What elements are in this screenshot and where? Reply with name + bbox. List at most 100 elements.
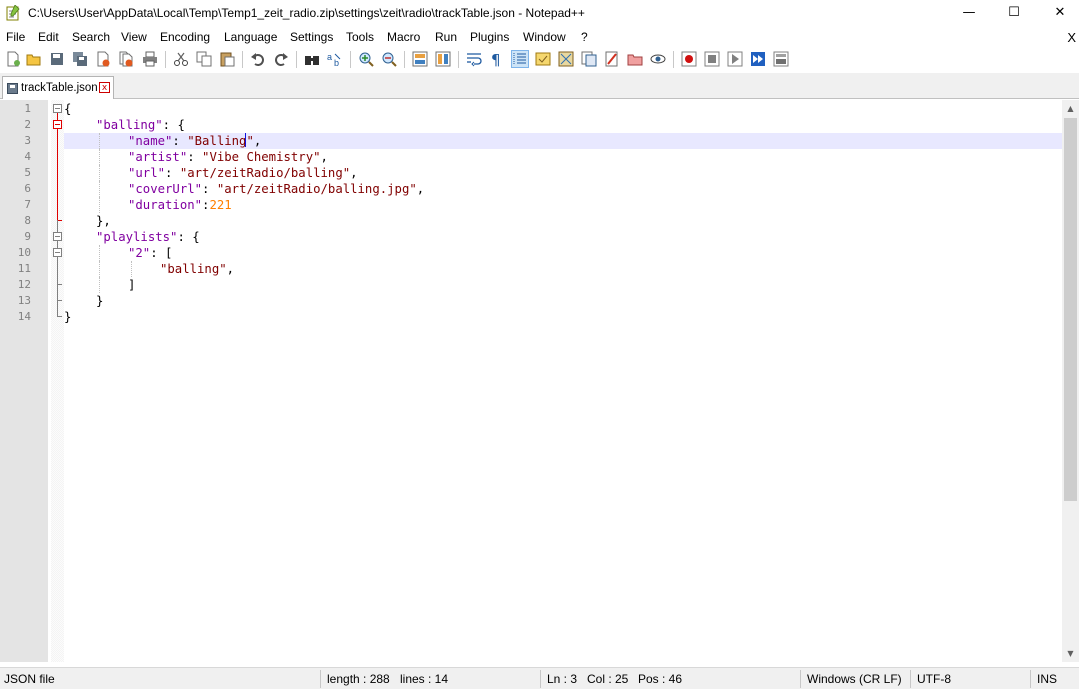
doc-map-icon[interactable] [558,51,574,67]
fold-end-line-12 [57,284,62,285]
code-line[interactable]: "artist": "Vibe Chemistry", [64,149,1062,165]
maximize-button[interactable]: ☐ [991,0,1037,26]
json-string: "balling" [160,262,227,276]
menu-tools[interactable]: Tools [346,30,374,44]
line-number: 10 [17,246,31,259]
editor-area[interactable]: 1 2 3 4 5 6 7 8 9 10 11 12 13 14 {"balling": {"name":… [0,100,1079,662]
fold-margin[interactable] [51,100,64,662]
code-line[interactable]: "url": "art/zeitRadio/balling", [64,165,1062,181]
menu-search[interactable]: Search [72,30,110,44]
code-line[interactable]: ] [64,277,1062,293]
code-line[interactable]: "coverUrl": "art/zeitRadio/balling.jpg", [64,181,1062,197]
scroll-down-arrow-icon[interactable]: ▼ [1062,645,1079,662]
menu-edit[interactable]: Edit [38,30,59,44]
menu-view[interactable]: View [121,30,147,44]
show-all-chars-icon[interactable]: ¶ [489,51,505,67]
json-punctuation: , [226,262,235,276]
fold-toggle-line-1[interactable] [53,104,62,113]
fold-toggle-line-10[interactable] [53,248,62,257]
menu-macro[interactable]: Macro [387,30,420,44]
json-punctuation: ] [128,278,136,292]
code-line[interactable]: "duration":221 [64,197,1062,213]
replace-icon[interactable]: ab [327,51,343,67]
redo-icon[interactable] [273,51,289,67]
menu-file[interactable]: File [6,30,25,44]
new-file-icon[interactable] [5,51,21,67]
json-key: "duration" [128,198,203,212]
line-number: 8 [24,214,31,227]
minimize-button[interactable]: — [946,0,992,26]
line-number: 13 [17,294,31,307]
function-list-icon[interactable] [581,51,597,67]
json-punctuation: } [64,310,72,324]
json-punctuation: { [64,102,72,116]
json-punctuation: : [165,166,180,180]
code-line[interactable]: "balling": { [64,117,1062,133]
vertical-scrollbar[interactable]: ▲ ▼ [1062,100,1079,662]
save-macro-icon[interactable] [773,51,789,67]
folder-workspace-icon[interactable] [604,51,620,67]
monitoring-icon[interactable] [650,51,666,67]
status-pos: Pos : 46 [638,672,683,686]
scroll-thumb[interactable] [1064,118,1077,501]
menu-plugins[interactable]: Plugins [470,30,509,44]
close-window-button[interactable]: ✕ [1037,0,1079,26]
code-line[interactable]: "balling", [64,261,1062,277]
monitoring-folder-icon[interactable] [627,51,643,67]
code-area[interactable]: {"balling": {"name": "Balling", "artist":… [64,100,1062,662]
close-icon[interactable] [95,51,111,67]
code-line[interactable]: { [64,101,1062,117]
menu-help[interactable]: ? [581,30,588,44]
user-language-icon[interactable] [535,51,551,67]
code-line[interactable]: "playlists": { [64,229,1062,245]
record-macro-icon[interactable] [681,51,697,67]
sync-vertical-icon[interactable] [412,51,428,67]
toolbar-separator [242,51,243,68]
undo-icon[interactable] [250,51,266,67]
zoom-out-icon[interactable] [381,51,397,67]
open-file-icon[interactable] [26,51,42,67]
toolbar-separator [404,51,405,68]
code-line[interactable]: "2": [ [64,245,1062,261]
close-document-button[interactable]: X [1067,30,1076,45]
print-icon[interactable] [142,51,158,67]
stop-macro-icon[interactable] [704,51,720,67]
status-eol[interactable]: Windows (CR LF) [807,672,902,686]
json-punctuation: : [ [150,246,173,260]
zoom-in-icon[interactable] [358,51,374,67]
status-encoding[interactable]: UTF-8 [917,672,951,686]
menu-language[interactable]: Language [224,30,277,44]
status-separator [800,670,801,688]
status-lines: lines : 14 [400,672,449,686]
indent [96,261,128,277]
fold-toggle-line-9[interactable] [53,232,62,241]
close-all-icon[interactable] [118,51,134,67]
menu-run[interactable]: Run [435,30,457,44]
code-line[interactable]: } [64,293,1062,309]
indent [96,197,128,213]
code-line[interactable]: } [64,309,1062,325]
code-line[interactable]: "name": "Balling", [64,133,1062,149]
menu-window[interactable]: Window [523,30,566,44]
indent-guide-icon[interactable] [511,50,529,68]
run-macro-multiple-icon[interactable] [750,51,766,67]
word-wrap-icon[interactable] [466,51,482,67]
scroll-up-arrow-icon[interactable]: ▲ [1062,100,1079,117]
sync-horizontal-icon[interactable] [435,51,451,67]
code-line[interactable]: }, [64,213,1062,229]
tab-close-icon[interactable]: x [99,82,110,93]
status-insert-mode[interactable]: INS [1037,672,1057,686]
copy-icon[interactable] [196,51,212,67]
fold-toggle-line-2[interactable] [53,120,62,129]
tab-tracktable-json[interactable]: trackTable.json x [2,76,114,99]
menu-encoding[interactable]: Encoding [160,30,210,44]
play-macro-icon[interactable] [727,51,743,67]
menu-settings[interactable]: Settings [290,30,333,44]
paste-icon[interactable] [219,51,235,67]
save-all-icon[interactable] [72,51,88,67]
save-icon[interactable] [49,51,65,67]
find-icon[interactable] [304,51,320,67]
cut-icon[interactable] [173,51,189,67]
